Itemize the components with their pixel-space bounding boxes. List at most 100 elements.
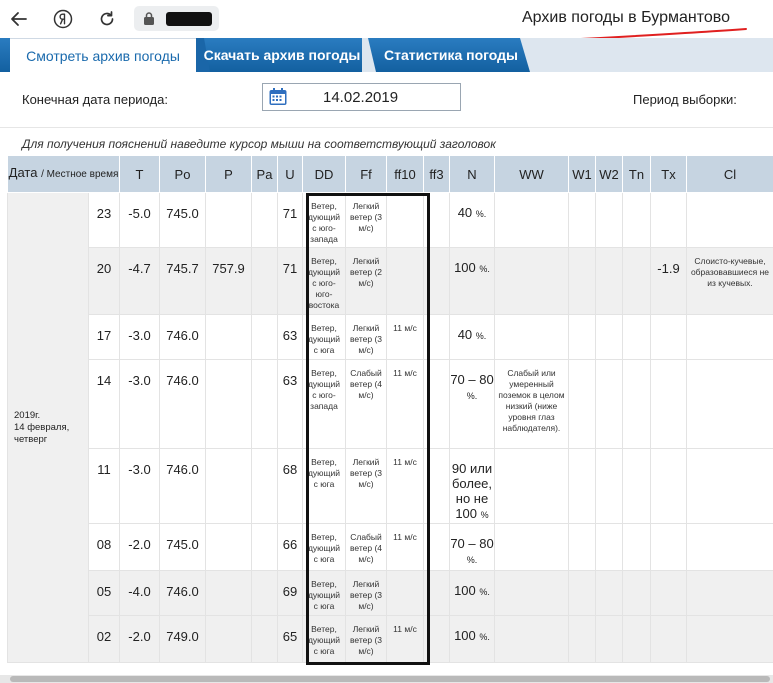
cell-W1 [568, 314, 596, 360]
cell-ff3 [423, 359, 450, 449]
cell-weather [494, 615, 569, 663]
cell-weather [494, 448, 569, 524]
cell-humidity: 68 [277, 448, 303, 524]
cell-cloud-cover: 40 %. [449, 192, 495, 248]
cell-wind-direction: Ветер, дующий с юга [302, 570, 346, 616]
header-ff10[interactable]: ff10 [386, 155, 424, 193]
cell-gust: 11 м/с [386, 448, 424, 524]
cell-W1 [568, 570, 596, 616]
cell-temperature: -3.0 [119, 359, 160, 449]
cell-wind-speed: Легкий ветер (3 м/с) [345, 192, 387, 248]
hint-text: Для получения пояснений наведите курсор … [22, 137, 496, 151]
cell-W2 [595, 192, 623, 248]
header-T[interactable]: T [119, 155, 160, 193]
cell-cloud-cover: 100 %. [449, 247, 495, 315]
cell-pressure-station: 746.0 [159, 448, 206, 524]
header-date[interactable]: Дата / Местное время [7, 155, 120, 193]
scrollbar-thumb[interactable] [10, 676, 770, 682]
header-Tx[interactable]: Tx [650, 155, 687, 193]
yandex-logo-icon[interactable] [50, 6, 76, 32]
cell-wind-direction: Ветер, дующий с юга [302, 314, 346, 360]
cell-pressure-sea [205, 570, 252, 616]
cell-gust [386, 570, 424, 616]
header-W2[interactable]: W2 [595, 155, 623, 193]
cell-cloud-cover: 70 – 80 %. [449, 359, 495, 449]
header-Cl[interactable]: Cl [686, 155, 773, 193]
cell-Tn [622, 359, 651, 449]
tab-download-archive[interactable]: Скачать архив погоды [200, 38, 364, 72]
cell-W2 [595, 570, 623, 616]
cell-ff3 [423, 247, 450, 315]
cell-Tx [650, 570, 687, 616]
cell-hour: 23 [88, 192, 120, 248]
cell-temperature: -2.0 [119, 523, 160, 571]
cell-W1 [568, 523, 596, 571]
cell-ff3 [423, 448, 450, 524]
cell-pressure-tendency [251, 247, 278, 315]
cell-pressure-tendency [251, 570, 278, 616]
cell-pressure-station: 749.0 [159, 615, 206, 663]
end-date-field[interactable]: 14.02.2019 [262, 83, 461, 111]
back-arrow-icon[interactable] [6, 6, 32, 32]
cell-temperature: -4.7 [119, 247, 160, 315]
header-ff3[interactable]: ff3 [423, 155, 450, 193]
reload-icon[interactable] [94, 6, 120, 32]
header-DD[interactable]: DD [302, 155, 346, 193]
cell-wind-direction: Ветер, дующий с юго-юго-востока [302, 247, 346, 315]
cell-Tx [650, 314, 687, 360]
cell-pressure-station: 746.0 [159, 570, 206, 616]
address-bar[interactable] [134, 6, 219, 31]
page-title: Архив погоды в Бурмантово [522, 9, 730, 26]
tab-separator [362, 38, 376, 72]
cell-pressure-station: 745.0 [159, 192, 206, 248]
cell-cloud-cover: 100 %. [449, 615, 495, 663]
header-Pa[interactable]: Pa [251, 155, 278, 193]
cell-clouds [686, 359, 773, 449]
cell-gust [386, 192, 424, 248]
header-Ff[interactable]: Ff [345, 155, 387, 193]
cell-Tx [650, 359, 687, 449]
redacted-url [166, 12, 212, 26]
cell-clouds [686, 192, 773, 248]
cell-pressure-sea: 757.9 [205, 247, 252, 315]
cell-W2 [595, 448, 623, 524]
cell-Tn [622, 314, 651, 360]
horizontal-scrollbar[interactable] [0, 675, 773, 683]
cell-hour: 02 [88, 615, 120, 663]
cell-wind-speed: Слабый ветер (4 м/с) [345, 523, 387, 571]
cell-hour: 17 [88, 314, 120, 360]
cell-wind-speed: Легкий ветер (3 м/с) [345, 615, 387, 663]
tab-statistics[interactable]: Статистика погоды [376, 38, 526, 72]
header-Tn[interactable]: Tn [622, 155, 651, 193]
header-WW[interactable]: WW [494, 155, 569, 193]
cell-Tx [650, 192, 687, 248]
cell-pressure-tendency [251, 359, 278, 449]
cell-temperature: -3.0 [119, 314, 160, 360]
calendar-icon[interactable] [268, 87, 288, 107]
cell-weather [494, 314, 569, 360]
cell-cloud-cover: 90 или более, но не 100 % [449, 448, 495, 524]
cell-wind-speed: Легкий ветер (2 м/с) [345, 247, 387, 315]
cell-wind-speed: Легкий ветер (3 м/с) [345, 314, 387, 360]
header-W1[interactable]: W1 [568, 155, 596, 193]
cell-W1 [568, 247, 596, 315]
cell-Tn [622, 615, 651, 663]
cell-W1 [568, 359, 596, 449]
cell-humidity: 69 [277, 570, 303, 616]
date-cell: 2019г. 14 февраля, четверг [7, 192, 89, 663]
cell-weather: Слабый или умеренный поземок в целом низ… [494, 359, 569, 449]
table-row: 08 -2.0 745.0 66 Ветер, дующий с юга Слабый в… [8, 523, 773, 571]
header-Po[interactable]: Po [159, 155, 206, 193]
cell-ff3 [423, 615, 450, 663]
header-N[interactable]: N [449, 155, 495, 193]
cell-hour: 05 [88, 570, 120, 616]
cell-humidity: 71 [277, 192, 303, 248]
header-P[interactable]: P [205, 155, 252, 193]
tab-view-archive[interactable]: Смотреть архив погоды [10, 38, 196, 72]
cell-W2 [595, 523, 623, 571]
table-row: 02 -2.0 749.0 65 Ветер, дующий с юга Легкий в… [8, 615, 773, 663]
cell-W2 [595, 359, 623, 449]
cell-weather [494, 192, 569, 248]
cell-wind-speed: Легкий ветер (3 м/с) [345, 448, 387, 524]
header-U[interactable]: U [277, 155, 303, 193]
